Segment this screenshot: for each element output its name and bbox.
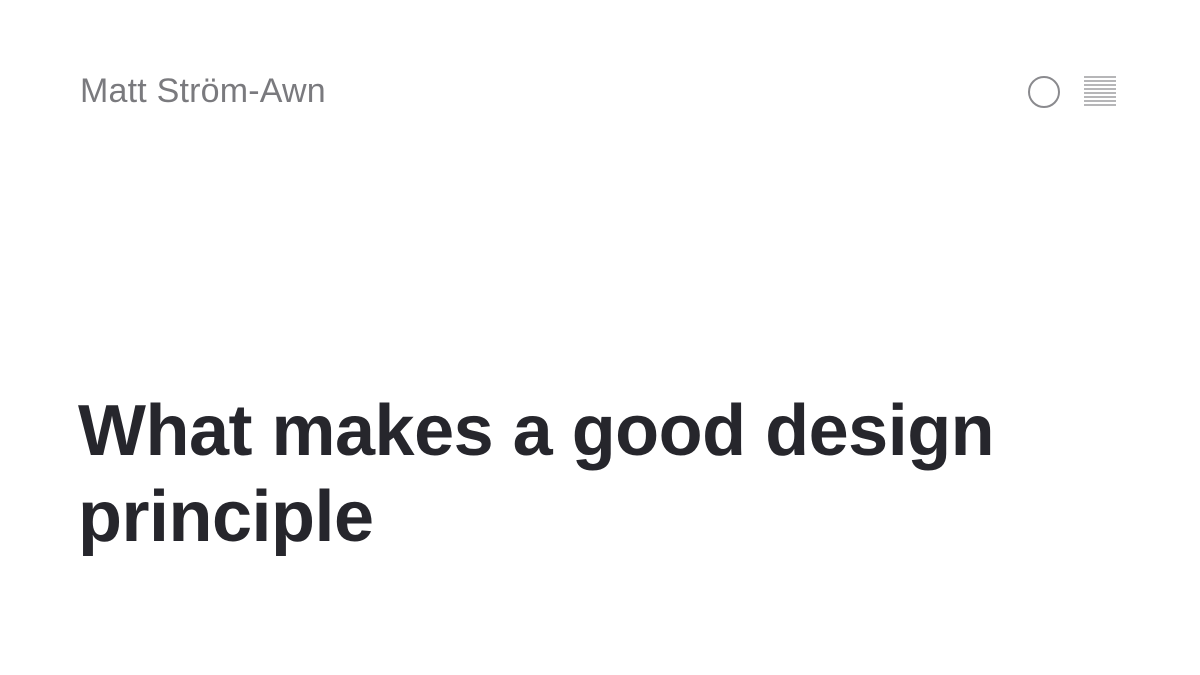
circle-icon [1028,76,1060,108]
theme-toggle-button[interactable] [1027,75,1061,109]
header-controls [1027,75,1117,109]
article-title: What makes a good design principle [78,391,995,557]
site-name-link[interactable]: Matt Ström-Awn [80,67,326,115]
lines-menu-icon [1084,76,1116,106]
page: Matt Ström-Awn What makes a good design … [0,0,1200,675]
menu-button[interactable] [1083,75,1117,109]
site-header: Matt Ström-Awn [80,68,1120,116]
